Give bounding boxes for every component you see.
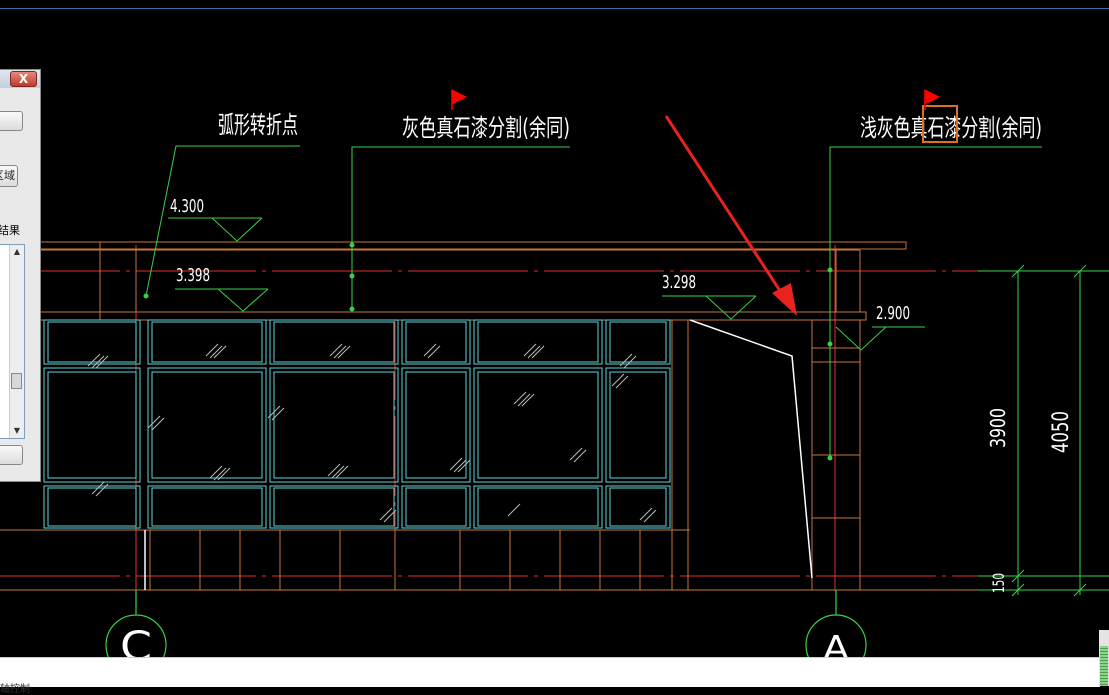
dialog-button-top[interactable] (0, 111, 23, 131)
annotation-light-gray-stone-paint: 浅灰色真石漆分割(余同) (860, 114, 1042, 142)
canvas-scrollbar[interactable] (1099, 630, 1109, 686)
status-bar: 轴控制 (0, 657, 1100, 695)
dimension-label-150: 150 (989, 573, 1008, 593)
dimension-label-3900: 3900 (986, 408, 1010, 448)
base-panels (149, 530, 641, 590)
glass-hatch-marks (87, 343, 657, 523)
result-listbox[interactable]: ▲ ▼ (0, 244, 25, 439)
scroll-down-arrow-icon[interactable]: ▼ (12, 426, 22, 436)
scrollbar-grip[interactable] (1100, 646, 1108, 686)
dimension-label-4050: 4050 (1049, 411, 1074, 453)
annotation-arc-turning-point: 弧形转折点 (218, 111, 298, 139)
region-button[interactable]: 区域 (0, 165, 18, 187)
elevation-markers (168, 217, 925, 351)
red-flag-icon (451, 89, 468, 110)
result-label: 结果 (0, 224, 20, 237)
side-dialog-panel: X 区域 结果 ▲ ▼ (0, 69, 41, 482)
status-text: 轴控制 (0, 684, 30, 695)
curtain-wall-frame (0, 319, 980, 591)
dialog-button-bottom[interactable] (0, 445, 23, 465)
elevation-label-1: 4.300 (170, 196, 204, 217)
cad-drawing-canvas[interactable]: C A 弧形转折点 灰色真石漆分割(余同) 浅灰色真石漆分割(余同) 4.300… (0, 0, 1109, 686)
arc-wall-outline (689, 319, 813, 579)
listbox-scrollbar[interactable]: ▲ ▼ (9, 245, 24, 438)
annotation-gray-stone-paint: 灰色真石漆分割(余同) (402, 114, 570, 142)
elevation-label-2: 3.398 (176, 265, 210, 286)
elevation-label-4: 2.900 (876, 303, 910, 324)
roof-eave (39, 241, 907, 321)
elevation-label-3: 3.298 (662, 272, 696, 293)
scroll-up-arrow-icon[interactable]: ▲ (12, 247, 22, 257)
glass-panels (43, 319, 671, 529)
dialog-close-button[interactable]: X (10, 71, 37, 87)
scroll-thumb[interactable] (11, 373, 22, 389)
